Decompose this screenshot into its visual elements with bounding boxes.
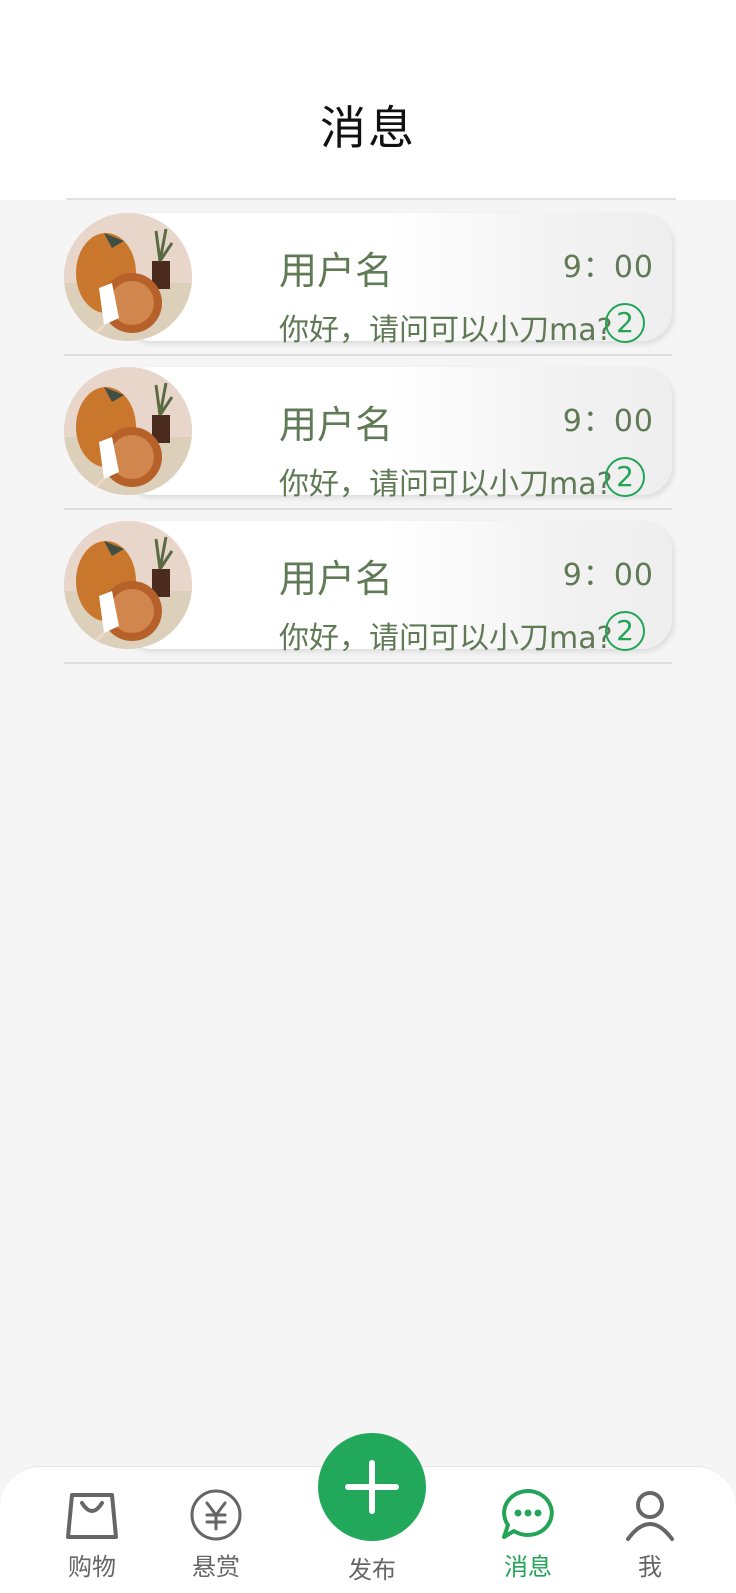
- message-username: 用户名: [279, 403, 394, 447]
- message-item[interactable]: 用户名 9：00 你好，请问可以小刀ma? 2: [64, 354, 672, 510]
- user-icon: [626, 1491, 674, 1541]
- message-card[interactable]: 用户名 9：00 你好，请问可以小刀ma? 2: [122, 367, 672, 502]
- page-title: 消息: [320, 101, 416, 155]
- publish-label: 发布: [348, 1556, 396, 1584]
- tab-messages-label: 消息: [504, 1553, 552, 1581]
- unread-badge: 2: [605, 303, 645, 343]
- tab-reward-label: 悬赏: [192, 1553, 240, 1581]
- message-item[interactable]: 用户名 9：00 你好，请问可以小刀ma? 2: [64, 200, 672, 356]
- avatar[interactable]: [64, 213, 192, 341]
- message-time: 9：00: [562, 404, 654, 439]
- avatar-illustration: [64, 367, 192, 495]
- shopping-bag-icon: [66, 1493, 118, 1539]
- message-item[interactable]: 用户名 9：00 你好，请问可以小刀ma? 2: [64, 508, 672, 664]
- message-preview: 你好，请问可以小刀ma?: [279, 621, 613, 656]
- message-username: 用户名: [279, 249, 394, 293]
- message-time: 9：00: [562, 250, 654, 285]
- message-card[interactable]: 用户名 9：00 你好，请问可以小刀ma? 2: [122, 213, 672, 348]
- tab-me[interactable]: 我: [600, 1487, 700, 1582]
- tab-reward[interactable]: 悬赏: [166, 1487, 266, 1582]
- message-preview: 你好，请问可以小刀ma?: [279, 313, 613, 348]
- unread-badge: 2: [605, 611, 645, 651]
- unread-badge: 2: [605, 457, 645, 497]
- tab-me-label: 我: [638, 1553, 662, 1581]
- message-time: 9：00: [562, 558, 654, 593]
- tab-shop[interactable]: 购物: [42, 1487, 142, 1582]
- message-preview: 你好，请问可以小刀ma?: [279, 467, 613, 502]
- tab-shop-label: 购物: [68, 1553, 116, 1581]
- tab-messages[interactable]: 消息: [478, 1487, 578, 1582]
- message-username: 用户名: [279, 557, 394, 601]
- header: 消息: [0, 0, 736, 200]
- message-card[interactable]: 用户名 9：00 你好，请问可以小刀ma? 2: [122, 521, 672, 656]
- yen-coin-icon: [190, 1489, 242, 1541]
- avatar-illustration: [64, 213, 192, 341]
- avatar-illustration: [64, 521, 192, 649]
- avatar[interactable]: [64, 367, 192, 495]
- avatar[interactable]: [64, 521, 192, 649]
- publish-button[interactable]: [318, 1433, 426, 1541]
- item-divider: [64, 662, 672, 664]
- chat-bubble-icon: [502, 1489, 554, 1539]
